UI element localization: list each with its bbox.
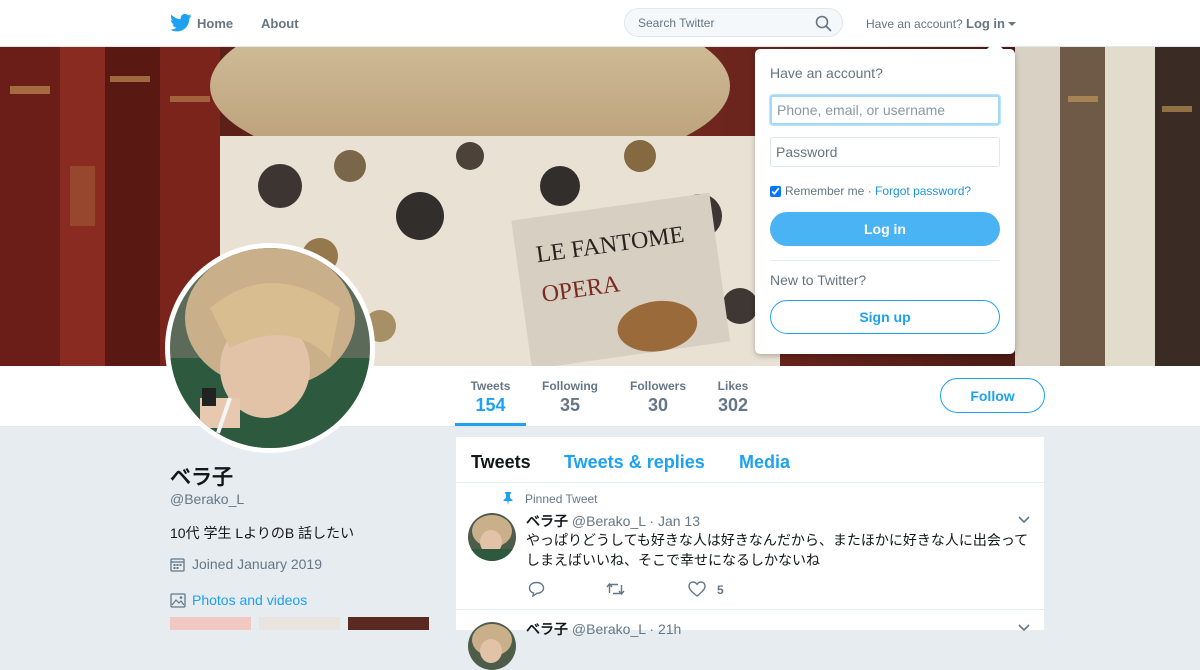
search-input[interactable] bbox=[636, 15, 810, 31]
twitter-bird-icon[interactable] bbox=[170, 13, 192, 33]
profile-bio: 10代 学生 LよりのB 話したい bbox=[170, 525, 355, 541]
chevron-down-icon[interactable] bbox=[1018, 624, 1030, 632]
tweet-header: ベラ子 @Berako_L · Jan 13 bbox=[526, 511, 700, 531]
media-thumbnail[interactable] bbox=[348, 617, 429, 630]
pin-icon bbox=[503, 492, 513, 505]
tweet[interactable]: Pinned Tweet ベラ子 @Berako_L · Jan 13 やっぱり… bbox=[456, 483, 1044, 610]
login-dropdown: Have an account? Remember me · Forgot pa… bbox=[755, 41, 1015, 354]
timeline-tabs: Tweets Tweets & replies Media bbox=[456, 437, 1044, 483]
photos-videos-link[interactable]: Photos and videos bbox=[170, 592, 307, 608]
stat-value: 302 bbox=[717, 395, 749, 415]
profile-handle[interactable]: @Berako_L bbox=[170, 491, 244, 507]
follow-button[interactable]: Follow bbox=[940, 378, 1045, 413]
stat-value: 30 bbox=[647, 395, 669, 415]
stat-label: Likes bbox=[717, 379, 749, 393]
tweet-avatar-image bbox=[468, 622, 516, 670]
tweet-avatar[interactable] bbox=[468, 513, 516, 561]
username-field[interactable] bbox=[770, 95, 1000, 125]
search-box bbox=[624, 8, 843, 37]
profile-avatar[interactable] bbox=[165, 243, 375, 453]
tweet-dot: · bbox=[649, 621, 655, 637]
tab-tweets-replies[interactable]: Tweets & replies bbox=[564, 452, 705, 473]
have-account-text: Have an account? bbox=[866, 17, 963, 31]
remember-me: Remember me · Forgot password? bbox=[770, 184, 971, 198]
tweet-date[interactable]: 21h bbox=[658, 621, 681, 637]
new-to-twitter-text: New to Twitter? bbox=[770, 272, 867, 288]
separator-dot: · bbox=[867, 184, 872, 198]
tweet-author-name[interactable]: ベラ子 bbox=[526, 621, 568, 637]
reply-icon[interactable] bbox=[528, 581, 545, 597]
tweet[interactable]: ベラ子 @Berako_L · 21h bbox=[456, 610, 1044, 670]
tweet-avatar-image bbox=[468, 513, 516, 561]
avatar-image bbox=[170, 248, 370, 448]
tweet-avatar[interactable] bbox=[468, 622, 516, 670]
joined-text: Joined January 2019 bbox=[192, 556, 322, 572]
remember-me-checkbox[interactable] bbox=[770, 185, 781, 197]
tweet-author-handle[interactable]: @Berako_L bbox=[572, 621, 646, 637]
stat-following[interactable]: Following 35 bbox=[536, 366, 604, 426]
dropdown-title: Have an account? bbox=[770, 65, 883, 81]
like-count: 5 bbox=[717, 583, 724, 597]
tab-tweets[interactable]: Tweets bbox=[471, 452, 531, 473]
pinned-tweet-label: Pinned Tweet bbox=[525, 492, 598, 506]
calendar-icon bbox=[170, 557, 185, 572]
retweet-icon[interactable] bbox=[606, 581, 625, 597]
tweet-header: ベラ子 @Berako_L · 21h bbox=[526, 619, 681, 639]
media-thumbnail[interactable] bbox=[259, 617, 340, 630]
nav-about-link[interactable]: About bbox=[261, 16, 299, 31]
caret-down-icon[interactable] bbox=[1008, 22, 1016, 26]
timeline: Tweets Tweets & replies Media Pinned Twe… bbox=[456, 437, 1044, 670]
stat-label: Following bbox=[542, 379, 598, 393]
nav-home-link[interactable]: Home bbox=[197, 16, 233, 31]
dropdown-arrow bbox=[987, 41, 1003, 49]
password-field[interactable] bbox=[770, 137, 1000, 167]
tweet-text: やっぱりどうしても好きな人は好きなんだから、またほかに好きな人に出会ってしまえば… bbox=[526, 532, 1029, 568]
login-button[interactable]: Log in bbox=[770, 212, 1000, 246]
top-navigation: Home About Have an account? Log in bbox=[0, 0, 1200, 47]
stat-label: Tweets bbox=[470, 379, 511, 393]
signup-button[interactable]: Sign up bbox=[770, 300, 1000, 334]
stat-likes[interactable]: Likes 302 bbox=[709, 366, 757, 426]
stat-followers[interactable]: Followers 30 bbox=[624, 366, 692, 426]
tweet-date[interactable]: Jan 13 bbox=[658, 513, 700, 529]
stat-label: Followers bbox=[629, 379, 686, 393]
tweet-dot: · bbox=[649, 513, 655, 529]
forgot-password-link[interactable]: Forgot password? bbox=[875, 184, 971, 198]
profile-name: ベラ子 bbox=[170, 466, 233, 489]
stat-tweets[interactable]: Tweets 154 bbox=[455, 366, 526, 426]
profile-joined: Joined January 2019 bbox=[170, 556, 322, 572]
media-thumbnail[interactable] bbox=[170, 617, 251, 630]
stat-value: 154 bbox=[475, 395, 506, 415]
heart-icon[interactable] bbox=[688, 581, 706, 597]
nav-login-toggle[interactable]: Log in bbox=[966, 16, 1005, 31]
tab-media[interactable]: Media bbox=[739, 452, 790, 473]
divider bbox=[770, 260, 1000, 261]
search-icon[interactable] bbox=[815, 15, 832, 32]
stat-value: 35 bbox=[559, 395, 581, 415]
tweet-author-handle[interactable]: @Berako_L bbox=[572, 513, 646, 529]
chevron-down-icon[interactable] bbox=[1018, 516, 1030, 524]
tweet-author-name[interactable]: ベラ子 bbox=[526, 513, 568, 529]
remember-me-label: Remember me bbox=[785, 184, 865, 198]
photos-videos-label: Photos and videos bbox=[192, 592, 308, 608]
photo-icon bbox=[170, 592, 186, 608]
